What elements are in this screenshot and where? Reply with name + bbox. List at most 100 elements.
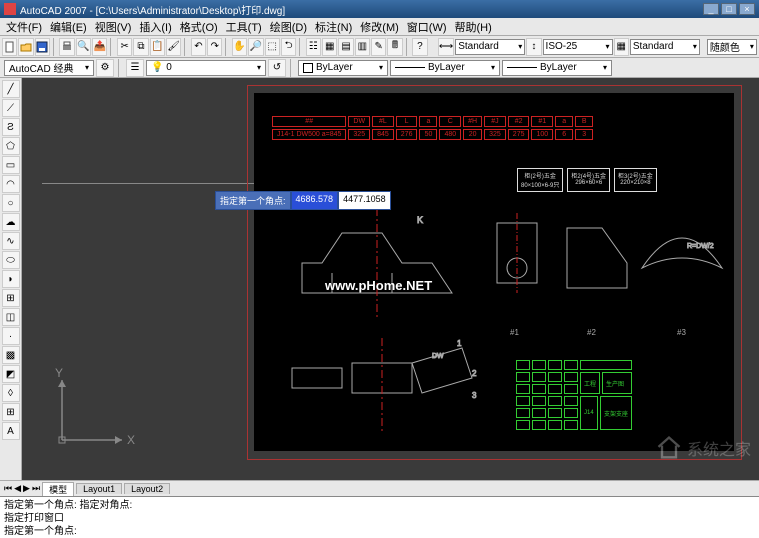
qcalc-icon[interactable]: 🖩	[387, 38, 402, 56]
new-icon[interactable]	[2, 38, 17, 56]
lineweight-combo[interactable]: ByLayer	[502, 60, 612, 76]
cmd-prompt: 指定第一个角点:	[4, 525, 755, 538]
circle-icon[interactable]: ○	[2, 194, 20, 212]
linetype-combo[interactable]: ByLayer	[390, 60, 500, 76]
menu-file[interactable]: 文件(F)	[2, 19, 46, 35]
svg-text:1: 1	[457, 339, 462, 348]
tooltip-y-field[interactable]: 4477.1058	[338, 191, 391, 210]
svg-text:X: X	[127, 433, 135, 447]
label-n1: #1	[510, 328, 519, 337]
match-icon[interactable]: 🖌	[166, 38, 181, 56]
point-icon[interactable]: ·	[2, 327, 20, 345]
pline-icon[interactable]: Ƨ	[2, 118, 20, 136]
layer-bulb-icon: 💡	[151, 62, 163, 73]
block-icon[interactable]: ◫	[2, 308, 20, 326]
workspace-combo[interactable]: AutoCAD 经典	[4, 60, 94, 76]
arc-icon[interactable]: ◠	[2, 175, 20, 193]
dimstyle-value: ISO-25	[546, 41, 578, 52]
draw-toolbar: ╱ ⟋ Ƨ ⬠ ▭ ◠ ○ ☁ ∿ ⬭ ◗ ⊞ ◫ · ▩ ◩ ◊ ⊞ A	[0, 78, 22, 480]
workspace-settings-icon[interactable]: ⚙	[96, 59, 114, 77]
preview-icon[interactable]: 🔍	[76, 38, 91, 56]
layer-prev-icon[interactable]: ↺	[268, 59, 286, 77]
detail-3-sketch: R=DW/2	[637, 218, 727, 298]
zoom-prev-icon[interactable]: ⮌	[281, 38, 296, 56]
tab-model[interactable]: 模型	[42, 482, 74, 496]
layout-tab-bar: ⏮ ◀ ▶ ⏭ 模型 Layout1 Layout2	[0, 480, 759, 496]
tablestyle-icon[interactable]: ▦	[614, 38, 629, 56]
insert-icon[interactable]: ⊞	[2, 289, 20, 307]
print-icon[interactable]	[59, 38, 74, 56]
menu-format[interactable]: 格式(O)	[176, 19, 222, 35]
publish-icon[interactable]: 📤	[92, 38, 107, 56]
redo-icon[interactable]: ↷	[207, 38, 222, 56]
drawing-canvas[interactable]: ##DW#L LaC #H#J#2 #1aB J14-1 DW500 a=845…	[22, 78, 759, 480]
open-icon[interactable]	[18, 38, 33, 56]
detail-1-sketch	[487, 213, 557, 303]
paste-icon[interactable]: 📋	[150, 38, 165, 56]
region-icon[interactable]: ◊	[2, 384, 20, 402]
save-icon[interactable]	[35, 38, 50, 56]
cut-icon[interactable]: ✂	[117, 38, 132, 56]
polygon-icon[interactable]: ⬠	[2, 137, 20, 155]
tab-nav-next-icon[interactable]: ▶	[23, 483, 30, 494]
mtext-icon[interactable]: A	[2, 422, 20, 440]
revcloud-icon[interactable]: ☁	[2, 213, 20, 231]
zoom-window-icon[interactable]: ⬚	[265, 38, 280, 56]
tab-layout1[interactable]: Layout1	[76, 483, 122, 494]
line-icon[interactable]: ╱	[2, 80, 20, 98]
app-icon	[4, 3, 16, 15]
ellipsearc-icon[interactable]: ◗	[2, 270, 20, 288]
table-icon[interactable]: ⊞	[2, 403, 20, 421]
sheetset-icon[interactable]: ▥	[355, 38, 370, 56]
textstyle-combo[interactable]: Standard	[455, 39, 525, 55]
tab-layout2[interactable]: Layout2	[124, 483, 170, 494]
gradient-icon[interactable]: ◩	[2, 365, 20, 383]
minimize-button[interactable]: _	[703, 3, 719, 15]
menu-draw[interactable]: 绘图(D)	[266, 19, 311, 35]
layer-value: 0	[166, 62, 172, 73]
tablestyle-combo[interactable]: Standard	[630, 39, 700, 55]
toolpal-icon[interactable]: ▤	[338, 38, 353, 56]
spline-icon[interactable]: ∿	[2, 232, 20, 250]
undo-icon[interactable]: ↶	[191, 38, 206, 56]
color-combo[interactable]: ByLayer	[298, 60, 388, 76]
menu-window[interactable]: 窗口(W)	[403, 19, 451, 35]
menu-modify[interactable]: 修改(M)	[356, 19, 403, 35]
tab-nav-prev-icon[interactable]: ◀	[14, 483, 21, 494]
dcenter-icon[interactable]: ▦	[322, 38, 337, 56]
rectangle-icon[interactable]: ▭	[2, 156, 20, 174]
part-summary-boxes: 柜(2号)五金80×100×6-9只 柜2(4号)五金296×60×6 柜3(2…	[517, 168, 657, 192]
menu-insert[interactable]: 插入(I)	[135, 19, 175, 35]
tab-nav-first-icon[interactable]: ⏮	[4, 483, 12, 494]
hatch-icon[interactable]: ▩	[2, 346, 20, 364]
textstyle-value: Standard	[458, 41, 499, 52]
tooltip-x-field[interactable]: 4686.578	[291, 191, 339, 210]
xline-icon[interactable]: ⟋	[2, 99, 20, 117]
menu-view[interactable]: 视图(V)	[91, 19, 136, 35]
markup-icon[interactable]: ✎	[371, 38, 386, 56]
close-button[interactable]: ×	[739, 3, 755, 15]
dimstyle-icon[interactable]: ↕	[526, 38, 541, 56]
pan-icon[interactable]: ✋	[232, 38, 247, 56]
properties-icon[interactable]: ☷	[306, 38, 321, 56]
plotstyle-combo[interactable]: 随颜色	[707, 39, 757, 55]
linetype-preview-icon	[395, 67, 425, 68]
layer-props-icon[interactable]: ☰	[126, 59, 144, 77]
menu-dim[interactable]: 标注(N)	[311, 19, 356, 35]
title-block: 工程生产图 J14支架支座	[514, 358, 634, 432]
layer-combo[interactable]: 💡 0	[146, 60, 266, 76]
maximize-button[interactable]: □	[721, 3, 737, 15]
dim-linear-icon[interactable]: ⟷	[438, 38, 454, 56]
help-icon[interactable]: ?	[412, 38, 427, 56]
copy-icon[interactable]: ⧉	[133, 38, 148, 56]
menu-tools[interactable]: 工具(T)	[222, 19, 266, 35]
ellipse-icon[interactable]: ⬭	[2, 251, 20, 269]
command-line[interactable]: 指定第一个角点: 指定对角点: 指定打印窗口 指定第一个角点:	[0, 496, 759, 538]
tab-nav-last-icon[interactable]: ⏭	[32, 483, 40, 494]
svg-text:R=DW/2: R=DW/2	[687, 243, 714, 250]
zoom-icon[interactable]: 🔎	[248, 38, 263, 56]
color-value: ByLayer	[316, 62, 353, 73]
menu-help[interactable]: 帮助(H)	[451, 19, 496, 35]
dimstyle-combo[interactable]: ISO-25	[543, 39, 613, 55]
menu-edit[interactable]: 编辑(E)	[46, 19, 91, 35]
